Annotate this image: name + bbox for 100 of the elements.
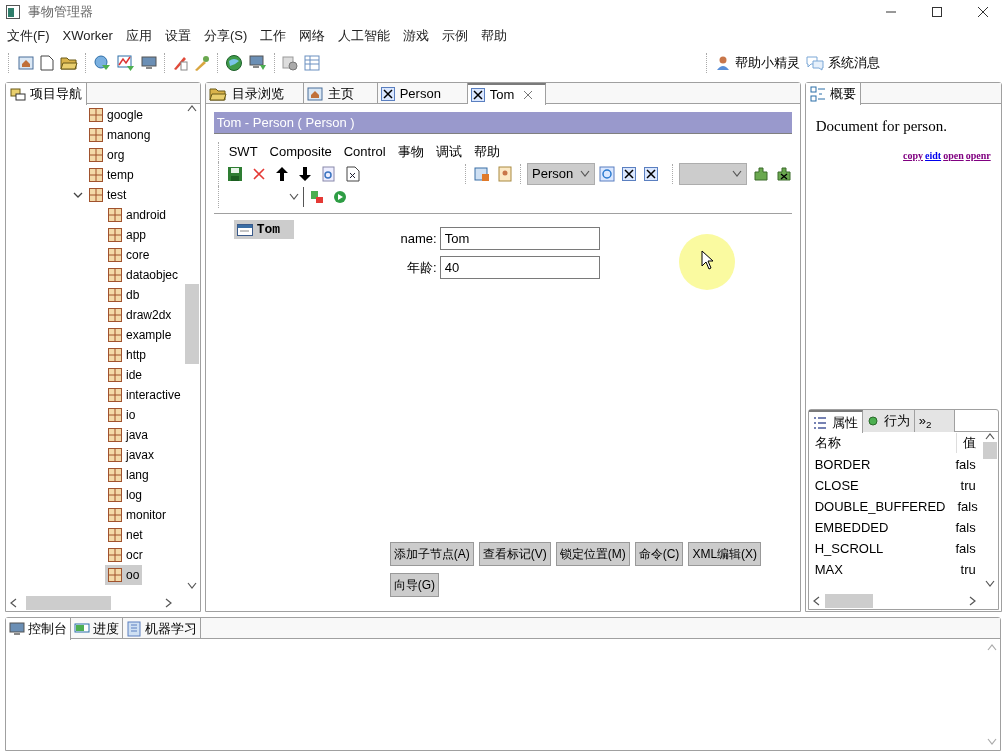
- tree-item[interactable]: org: [86, 145, 128, 165]
- search-document-icon[interactable]: [320, 166, 337, 182]
- tree-item[interactable]: test: [86, 185, 130, 205]
- menu-item[interactable]: XWorker: [58, 26, 117, 46]
- delete-icon[interactable]: [251, 167, 266, 181]
- panel-tab[interactable]: »$_{2}$: [914, 410, 955, 432]
- menu-item[interactable]: 人工智能: [334, 26, 395, 46]
- tree-item[interactable]: log: [105, 485, 145, 505]
- menu-item[interactable]: 游戏: [399, 26, 434, 46]
- menu-item[interactable]: SWT: [228, 142, 258, 162]
- arrow-up-icon[interactable]: [274, 166, 289, 182]
- tree-item[interactable]: app: [105, 225, 150, 245]
- input-field[interactable]: 40: [439, 256, 600, 279]
- menu-item[interactable]: 网络: [295, 26, 330, 46]
- close-icon[interactable]: [523, 90, 534, 100]
- toolbar-button[interactable]: 系统消息: [806, 53, 880, 73]
- tree-item[interactable]: javax: [105, 445, 157, 465]
- panel-tab[interactable]: 控制台: [6, 618, 71, 640]
- menu-item[interactable]: 分享(S): [199, 26, 252, 46]
- folder-icon[interactable]: [60, 55, 78, 71]
- tree-item[interactable]: android: [105, 205, 170, 225]
- scrollbar-thumb[interactable]: [824, 593, 873, 608]
- scrollbar-thumb[interactable]: [184, 284, 199, 364]
- menu-item[interactable]: 设置: [160, 26, 195, 46]
- type-dropdown[interactable]: Person: [527, 163, 595, 185]
- tree-item[interactable]: lang: [105, 465, 152, 485]
- scroll-left-icon[interactable]: [811, 595, 820, 606]
- tree-item[interactable]: ide: [105, 365, 145, 385]
- action-button[interactable]: 查看标记(V): [478, 542, 551, 566]
- menu-item[interactable]: 文件(F): [3, 26, 54, 46]
- thing-icon[interactable]: [643, 167, 658, 181]
- action-button[interactable]: 向导(G): [389, 573, 440, 597]
- menu-item[interactable]: 帮助: [477, 26, 512, 46]
- input-field[interactable]: Tom: [439, 227, 600, 250]
- menu-item[interactable]: 调试: [435, 142, 462, 162]
- link[interactable]: eidt: [925, 147, 942, 163]
- chevron-down-icon[interactable]: [73, 190, 83, 200]
- refresh-icon[interactable]: [598, 166, 615, 182]
- action-button[interactable]: 添加子节点(A): [389, 542, 474, 566]
- tree-item[interactable]: oo: [105, 565, 143, 585]
- globe-icon[interactable]: [225, 54, 243, 72]
- x-document-icon[interactable]: [345, 166, 360, 182]
- tree-item[interactable]: example: [105, 325, 175, 345]
- tree-item[interactable]: net: [105, 525, 146, 545]
- scrollbar-thumb[interactable]: [982, 442, 997, 459]
- tree-item[interactable]: interactive: [105, 385, 184, 405]
- scroll-down-icon[interactable]: [984, 580, 995, 588]
- scroll-left-icon[interactable]: [9, 597, 17, 608]
- monitor-icon[interactable]: [141, 55, 157, 71]
- panel-tab[interactable]: 项目导航: [6, 83, 87, 105]
- scroll-up-icon[interactable]: [984, 432, 995, 440]
- panel-tab[interactable]: 进度: [71, 618, 123, 639]
- scroll-right-icon[interactable]: [164, 597, 173, 608]
- thing-icon[interactable]: [621, 167, 636, 181]
- tree-item[interactable]: core: [105, 245, 153, 265]
- menu-item[interactable]: 事物: [397, 142, 424, 162]
- tree-item[interactable]: temp: [86, 165, 137, 185]
- menu-item[interactable]: Control: [343, 142, 386, 162]
- editor-tab[interactable]: Person: [377, 83, 468, 104]
- scroll-right-icon[interactable]: [968, 595, 977, 606]
- scroll-up-icon[interactable]: [186, 104, 197, 112]
- column-header[interactable]: 值: [956, 433, 982, 453]
- monitor-arrow-icon[interactable]: [249, 54, 267, 72]
- scroll-down-icon[interactable]: [186, 582, 197, 590]
- tree-item[interactable]: io: [105, 405, 139, 425]
- menu-item[interactable]: 示例: [438, 26, 473, 46]
- editor-tab[interactable]: Tom: [467, 83, 546, 105]
- menu-item[interactable]: 工作: [256, 26, 291, 46]
- panel-tab[interactable]: 机器学习: [123, 618, 201, 639]
- arrow-down-icon[interactable]: [297, 166, 312, 182]
- tree-item[interactable]: draw2dx: [105, 305, 175, 325]
- action-button[interactable]: 命令(C): [634, 542, 684, 566]
- menu-item[interactable]: 应用: [121, 26, 156, 46]
- menu-item[interactable]: Composite: [269, 142, 332, 162]
- toolbar-button[interactable]: 帮助小精灵: [715, 53, 800, 73]
- chart-arrow-icon[interactable]: [117, 54, 135, 72]
- card-icon[interactable]: [474, 166, 491, 182]
- panel-tab[interactable]: 属性: [808, 410, 863, 433]
- run-icon[interactable]: [332, 190, 347, 204]
- document-icon[interactable]: [40, 55, 54, 71]
- action-button[interactable]: XML编辑(X): [688, 542, 762, 566]
- home-icon[interactable]: [18, 55, 34, 71]
- save-icon[interactable]: [226, 166, 243, 182]
- link[interactable]: openr: [965, 147, 991, 163]
- tree-item[interactable]: http: [105, 345, 149, 365]
- tree-item[interactable]: google: [86, 105, 147, 125]
- tree-item[interactable]: db: [105, 285, 143, 305]
- column-header[interactable]: 名称: [808, 433, 957, 453]
- tree-item[interactable]: manong: [86, 125, 154, 145]
- panel-tab[interactable]: 行为: [862, 410, 915, 432]
- tree-item[interactable]: dataobjec: [105, 265, 182, 285]
- editor-tab[interactable]: 主页: [303, 83, 378, 104]
- tree-item[interactable]: java: [105, 425, 151, 445]
- menu-item[interactable]: 帮助: [473, 142, 500, 162]
- editor-tab[interactable]: 目录浏览: [205, 83, 304, 104]
- panel-tab[interactable]: 概要: [805, 83, 861, 105]
- tree-item[interactable]: ocr: [105, 545, 146, 565]
- brush-icon[interactable]: [194, 55, 210, 71]
- link[interactable]: open: [943, 147, 964, 163]
- action-button[interactable]: 锁定位置(M): [555, 542, 630, 566]
